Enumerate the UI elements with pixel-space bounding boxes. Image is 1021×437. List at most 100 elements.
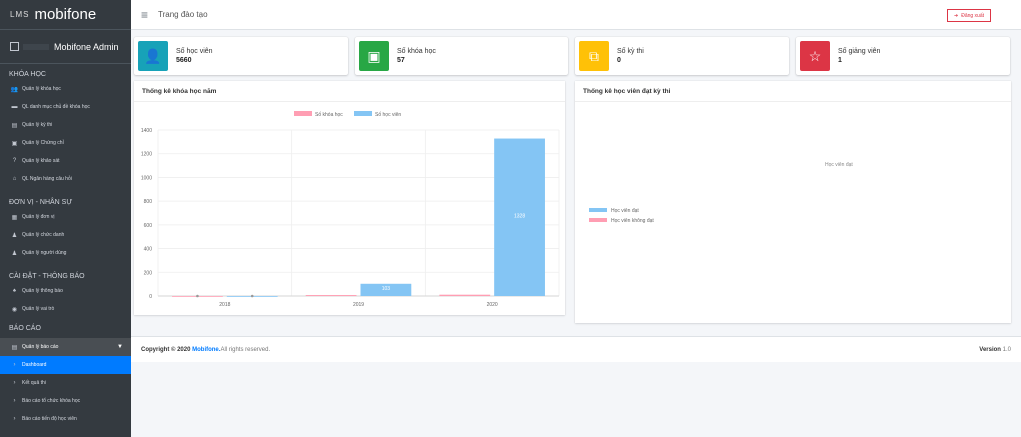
sidebar-item-label: Quản lý vai trò (22, 306, 55, 312)
sidebar-item[interactable]: ▬ QL danh mục chủ đề khóa học (0, 98, 131, 116)
stat-label: Số giảng viên (838, 48, 881, 55)
stat-box: ▣ Số khóa học 57 (355, 37, 568, 75)
folder-icon: ▬ (11, 104, 18, 110)
exam-stats-pie-chart: Học viên đạt Học viên không đạt Học viên đ… (589, 162, 853, 224)
sidebar-subitem[interactable]: › Báo cáo tiến độ học viên (0, 410, 131, 428)
y-tick-label: 400 (144, 247, 153, 253)
legend-label: Số khóa học (315, 112, 343, 118)
top-navbar: ≡ Trang đào tạo ➜ Đăng xuất (131, 0, 1021, 30)
sidebar-item[interactable]: ♟ Quản lý người dùng (0, 244, 131, 262)
calendar-icon: ▤ (11, 122, 18, 129)
sidebar-item-label: Quản lý khảo sát (22, 158, 60, 164)
y-tick-label: 800 (144, 199, 153, 205)
version-label: Version (979, 346, 1001, 353)
copy-icon: ⧉ (579, 41, 609, 71)
stat-label: Số khóa học (397, 48, 436, 55)
sidebar-item[interactable]: ▤ Quản lý kỳ thi (0, 116, 131, 134)
stat-box: 👤 Số học viên 5660 (134, 37, 348, 75)
stat-label: Số kỳ thi (617, 48, 644, 55)
sidebar-item-label: Dashboard (22, 362, 47, 368)
user-panel[interactable]: Mobifone Admin (0, 30, 131, 64)
brand-link[interactable]: LMS mobifone (0, 0, 131, 30)
star-icon: ☆ (800, 41, 830, 71)
stat-value: 5660 (176, 57, 192, 64)
sidebar-item[interactable]: ♟ Quản lý chức danh (0, 226, 131, 244)
card-title: Thống kê khóa học năm (134, 81, 565, 102)
sidebar-item-label: Quản lý khóa học (22, 86, 61, 92)
x-tick-label: 2020 (487, 302, 498, 308)
nav-header-reports: BÁO CÁO (9, 325, 41, 332)
sidebar-item[interactable]: ⌂ QL Ngân hàng câu hỏi (0, 170, 131, 188)
stat-value: 0 (617, 57, 621, 64)
stat-box: ☆ Số giảng viên 1 (796, 37, 1010, 75)
sidebar-item-label: QL Ngân hàng câu hỏi (22, 176, 72, 182)
copyright-text: Copyright © 2020 (141, 346, 191, 353)
logout-label: Đăng xuất (961, 12, 984, 19)
card-title: Thống kê học viên đạt kỳ thi (575, 81, 1011, 102)
sidebar-subitem[interactable]: › Dashboard (0, 356, 131, 374)
course-stats-card: Thống kê khóa học năm Số khóa học Số học … (134, 81, 565, 315)
zero-point (196, 294, 199, 298)
user-name: Mobifone Admin (54, 41, 119, 52)
stat-text: Số khóa học 57 (397, 48, 436, 64)
sidebar-item[interactable]: ♠ Quản lý thông báo (0, 282, 131, 300)
chevron-right-icon: › (13, 380, 16, 386)
nav-header: ĐƠN VỊ - NHÂN SỰ (9, 199, 73, 206)
chevron-down-icon: ▼ (117, 344, 123, 350)
sidebar-item-label: Quản lý Chứng chỉ (22, 140, 64, 146)
sidebar-item[interactable]: ▦ Quản lý đơn vị (0, 208, 131, 226)
sign-out-icon: ➜ (954, 12, 959, 19)
report-submenu: › Dashboard › Kết quả thi › Báo cáo tổ chức k… (0, 356, 131, 428)
stat-value: 57 (397, 57, 405, 64)
stat-text: Số giảng viên 1 (838, 48, 880, 64)
y-tick-label: 600 (144, 223, 153, 229)
y-tick-label: 0 (149, 294, 152, 300)
zero-point (250, 294, 254, 298)
sidebar-item-report-group[interactable]: ▤ Quản lý báo cáo ▼ (0, 338, 131, 356)
footer-brand-link[interactable]: Mobifone. (192, 347, 220, 353)
roles-icon: ◉ (11, 306, 18, 313)
users-icon: 👥 (10, 86, 19, 93)
building-icon: ▦ (11, 214, 18, 221)
book-icon: ▣ (359, 41, 389, 71)
hamburger-menu-icon[interactable]: ≡ (141, 8, 148, 22)
sidebar-item[interactable]: ? Quản lý khảo sát (0, 152, 131, 170)
breadcrumb[interactable]: Trang đào tạo (158, 10, 208, 19)
sidebar-item-label: Quản lý thông báo (22, 288, 63, 294)
x-tick-label: 2019 (353, 302, 364, 308)
chevron-right-icon: › (13, 362, 16, 368)
chevron-right-icon: › (13, 398, 16, 404)
sidebar-item-label: Quản lý kỳ thi (22, 122, 53, 128)
user-tie-icon: ♟ (11, 232, 18, 239)
user-icon: 👤 (138, 41, 168, 71)
legend-swatch (294, 111, 312, 116)
sidebar-subitem[interactable]: › Kết quả thi (0, 374, 131, 392)
bar (305, 295, 357, 296)
question-icon: ? (12, 158, 17, 164)
sidebar-item[interactable]: ◉ Quản lý vai trò (0, 300, 131, 318)
y-tick-label: 1400 (141, 128, 152, 134)
sidebar-item[interactable]: ▣ Quản lý Chứng chỉ (0, 134, 131, 152)
x-tick-label: 2018 (219, 302, 230, 308)
logout-button[interactable]: ➜ Đăng xuất (947, 9, 991, 22)
sidebar-item-label: Quản lý báo cáo (22, 344, 59, 350)
brand-lms: LMS (10, 10, 30, 19)
sidebar-item-label: Quản lý đơn vị (22, 214, 55, 220)
bank-icon: ⌂ (12, 176, 17, 182)
sidebar-item[interactable]: 👥 Quản lý khóa học (0, 80, 131, 98)
y-tick-label: 200 (144, 270, 153, 276)
stat-value: 1 (838, 57, 842, 64)
data-label: 1328 (514, 213, 525, 219)
data-label: 103 (382, 286, 391, 292)
legend-swatch (354, 111, 372, 116)
version-number: 1.0 (1000, 346, 1011, 353)
sidebar-item-label: Quản lý người dùng (22, 250, 67, 256)
y-tick-label: 1000 (141, 175, 152, 181)
nav-header: CÀI ĐẶT - THÔNG BÁO (9, 273, 85, 280)
certificate-icon: ▣ (11, 140, 18, 147)
footer-rights: All rights reserved. (220, 346, 271, 353)
sidebar-subitem[interactable]: › Báo cáo tổ chức khóa học (0, 392, 131, 410)
user-icon: ♟ (11, 250, 18, 257)
sidebar: LMS mobifone Mobifone Admin KHÓA HỌC 👥 Quả… (0, 0, 131, 437)
brand-name: mobifone (34, 6, 97, 23)
